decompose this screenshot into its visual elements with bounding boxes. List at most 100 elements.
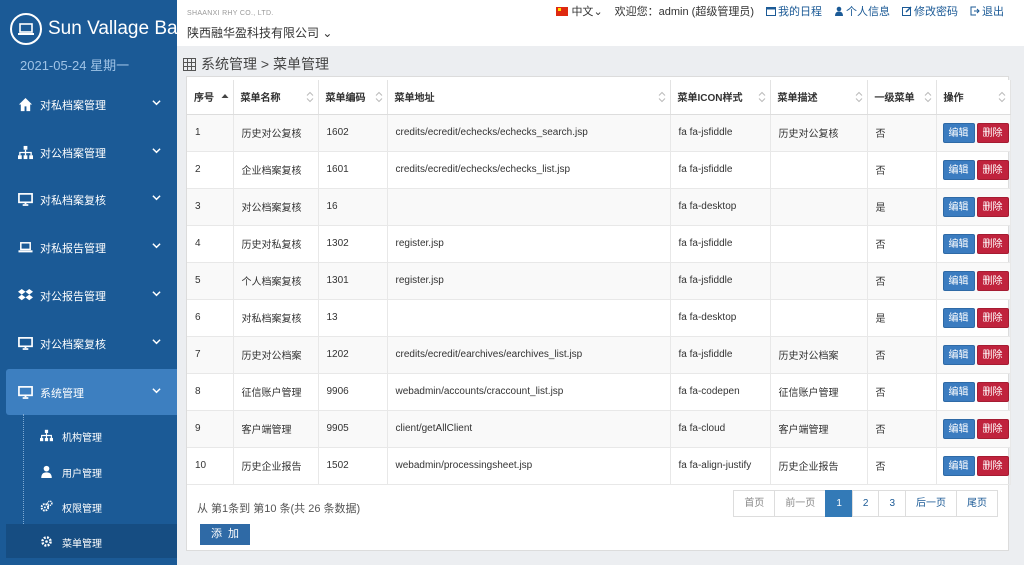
- cell-col-menu-desc: 历史企业报告: [770, 447, 868, 485]
- cell-actions: 编辑 删除: [936, 114, 1011, 152]
- delete-button[interactable]: 删除: [976, 122, 1009, 143]
- cell-col-menu-icon: fa fa-align-justify: [670, 447, 771, 485]
- cell-col-menu-icon: fa fa-jsfiddle: [670, 225, 771, 263]
- cell-actions: 编辑 删除: [936, 188, 1011, 226]
- page-3-button[interactable]: 3: [878, 490, 906, 517]
- edit-button[interactable]: 编辑: [942, 455, 975, 476]
- cell-col-menu-icon: fa fa-codepen: [670, 373, 771, 411]
- table-row: 2 企业档案复核 1601 credits/ecredit/echecks/echec…: [187, 151, 1011, 189]
- edit-button[interactable]: 编辑: [942, 159, 975, 180]
- welcome-text: 欢迎您：admin (超级管理员): [614, 6, 754, 18]
- sidebar-subitem-label: 用户管理: [62, 469, 102, 480]
- cell-col-menu-name: 个人档案复核: [233, 262, 319, 300]
- cell-col-menu-desc: [770, 188, 868, 226]
- edit-button[interactable]: 编辑: [942, 196, 975, 217]
- sidebar-item-4[interactable]: 对私报告管理: [0, 224, 177, 270]
- schedule-label: 我的日程: [778, 6, 822, 18]
- sidebar-subitem-1[interactable]: 机构管理: [0, 418, 177, 452]
- delete-button[interactable]: 删除: [976, 270, 1009, 291]
- sidebar-item-1[interactable]: 对私档案管理: [0, 81, 177, 127]
- first-page-button[interactable]: 首页: [733, 490, 776, 517]
- cell-actions: 编辑 删除: [936, 447, 1011, 485]
- delete-button[interactable]: 删除: [976, 418, 1009, 439]
- sidebar-item-2[interactable]: 对公档案管理: [0, 129, 177, 175]
- schedule-link[interactable]: 我的日程: [766, 3, 822, 19]
- delete-button[interactable]: 删除: [976, 159, 1009, 180]
- sidebar-subitem-4[interactable]: 菜单管理: [6, 524, 177, 558]
- calendar-icon: [766, 7, 776, 16]
- edit-button[interactable]: 编辑: [942, 233, 975, 254]
- cell-col-menu-icon: fa fa-jsfiddle: [670, 151, 771, 189]
- logout-link[interactable]: 退出: [970, 3, 1004, 19]
- delete-button[interactable]: 删除: [976, 233, 1009, 254]
- edit-button[interactable]: 编辑: [942, 307, 975, 328]
- company-selector[interactable]: 陕西融华盈科技有限公司 ⌄: [187, 24, 332, 41]
- cell-col-top-level: 否: [867, 336, 937, 374]
- cell-col-menu-code: 1302: [318, 225, 388, 263]
- language-selector[interactable]: 中文 ⌄: [556, 3, 603, 19]
- sidebar-subitem-2[interactable]: 用户管理: [0, 454, 177, 488]
- delete-button[interactable]: 删除: [976, 455, 1009, 476]
- sidebar-item-7[interactable]: 系统管理: [6, 369, 177, 415]
- cell-col-menu-code: 1502: [318, 447, 388, 485]
- delete-button[interactable]: 删除: [976, 307, 1009, 328]
- header-col-menu-icon[interactable]: 菜单ICON样式: [670, 80, 771, 115]
- header-col-top-level[interactable]: 一级菜单: [867, 80, 937, 115]
- cell-col-menu-url: register.jsp: [387, 225, 671, 263]
- home-icon: [17, 96, 33, 112]
- profile-link[interactable]: 个人信息: [834, 3, 890, 19]
- cell-col-index: 10: [187, 447, 234, 485]
- header-col-menu-desc[interactable]: 菜单描述: [770, 80, 868, 115]
- sidebar-item-6[interactable]: 对公档案复核: [0, 320, 177, 366]
- sidebar-item-5[interactable]: 对公报告管理: [0, 272, 177, 318]
- header-col-menu-name[interactable]: 菜单名称: [233, 80, 319, 115]
- table-row: 8 征信账户管理 9906 webadmin/accounts/craccount_l…: [187, 373, 1011, 411]
- delete-button[interactable]: 删除: [976, 196, 1009, 217]
- prev-page-button[interactable]: 前一页: [774, 490, 827, 517]
- cell-col-top-level: 否: [867, 447, 937, 485]
- cell-col-menu-desc: 客户端管理: [770, 410, 868, 448]
- edit-button[interactable]: 编辑: [942, 270, 975, 291]
- sidebar-subitem-3[interactable]: 权限管理: [0, 489, 177, 523]
- cell-col-menu-name: 企业档案复核: [233, 151, 319, 189]
- cell-col-menu-url: webadmin/processingsheet.jsp: [387, 447, 671, 485]
- cell-col-menu-icon: fa fa-jsfiddle: [670, 114, 771, 152]
- edit-button[interactable]: 编辑: [942, 381, 975, 402]
- sidebar-item-3[interactable]: 对私档案复核: [0, 176, 177, 222]
- add-menu-button[interactable]: 添加: [200, 524, 250, 545]
- header-label: 操作: [943, 93, 964, 105]
- cell-col-top-level: 是: [867, 299, 937, 337]
- table-row: 1 历史对公复核 1602 credits/ecredit/echecks/echec…: [187, 114, 1011, 152]
- sidebar-item-label: 对公档案复核: [40, 339, 106, 351]
- header-col-menu-code[interactable]: 菜单编码: [318, 80, 388, 115]
- edit-button[interactable]: 编辑: [942, 122, 975, 143]
- page-2-button[interactable]: 2: [851, 490, 880, 517]
- next-page-button[interactable]: 后一页: [905, 490, 957, 517]
- topbar: SHAANXI RHY CO., LTD. 陕西融华盈科技有限公司 ⌄ 中文 ⌄…: [177, 0, 1024, 46]
- cell-col-index: 9: [187, 410, 234, 448]
- cell-col-menu-icon: fa fa-cloud: [670, 410, 771, 448]
- cell-col-menu-desc: 历史对公档案: [770, 336, 868, 374]
- edit-button[interactable]: 编辑: [942, 418, 975, 439]
- laptop-icon: [17, 239, 33, 255]
- edit-button[interactable]: 编辑: [942, 344, 975, 365]
- change-password-link[interactable]: 修改密码: [902, 3, 958, 19]
- cell-col-menu-desc: [770, 225, 868, 263]
- table-row: 7 历史对公档案 1202 credits/ecredit/earchives/ear…: [187, 336, 1011, 374]
- page-1-button[interactable]: 1: [825, 490, 853, 517]
- last-page-button[interactable]: 尾页: [956, 490, 998, 517]
- header-col-menu-url[interactable]: 菜单地址: [387, 80, 671, 115]
- cell-actions: 编辑 删除: [936, 299, 1011, 337]
- cell-col-menu-name: 历史对私复核: [233, 225, 319, 263]
- header-label: 菜单编码: [325, 93, 366, 105]
- delete-button[interactable]: 删除: [976, 344, 1009, 365]
- pagination: 首页 前一页 1 2 3 后一页 尾页: [733, 490, 998, 517]
- header-col-index[interactable]: 序号: [187, 80, 234, 115]
- chevron-down-icon: [152, 383, 162, 397]
- delete-button[interactable]: 删除: [976, 381, 1009, 402]
- header-col-actions[interactable]: 操作: [936, 80, 1011, 115]
- desktop-icon: [17, 384, 33, 400]
- cell-col-menu-code: 1301: [318, 262, 388, 300]
- cell-col-menu-url: credits/ecredit/earchives/earchives_list…: [387, 336, 671, 374]
- cell-actions: 编辑 删除: [936, 336, 1011, 374]
